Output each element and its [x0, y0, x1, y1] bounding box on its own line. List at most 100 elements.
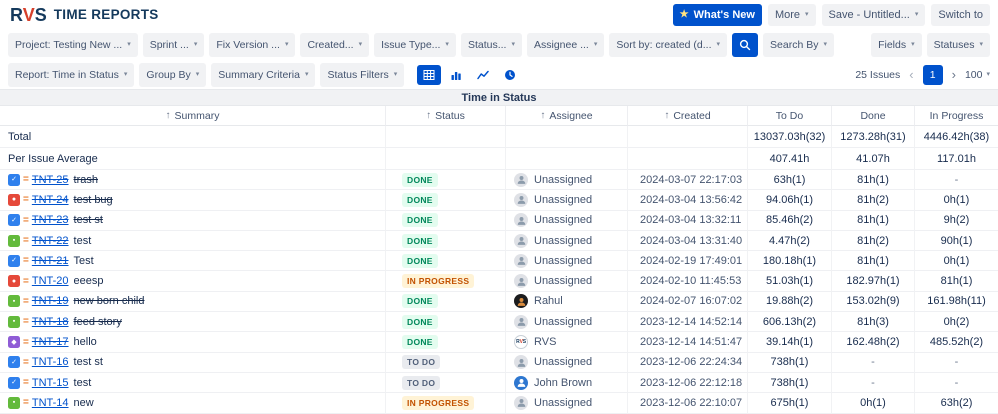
- switch-to-button[interactable]: Switch to: [931, 3, 990, 26]
- next-page-button[interactable]: ›: [950, 68, 958, 81]
- inprogress-hours-cell: 90h(1): [915, 231, 998, 252]
- more-button[interactable]: More ▾: [767, 3, 816, 26]
- issue-type-story-icon: ▪: [8, 315, 20, 328]
- issue-key-link[interactable]: TNT-17: [32, 336, 69, 348]
- column-header-summary[interactable]: ↑ Summary: [0, 106, 386, 126]
- inprogress-hours-cell: 485.52h(2): [915, 332, 998, 353]
- search-by-button[interactable]: Search By ▾: [763, 32, 834, 57]
- issue-key-link[interactable]: TNT-24: [32, 194, 69, 206]
- summary-criteria-button[interactable]: Summary Criteria ▾: [211, 62, 316, 87]
- status-lozenge: DONE: [402, 253, 438, 268]
- table-header-row: ↑ Summary ↑ Status ↑ Assignee ↑ Created To D…: [0, 106, 998, 126]
- issue-key-link[interactable]: TNT-19: [32, 295, 69, 307]
- chevron-down-icon: ▾: [823, 41, 827, 48]
- created-filter-button[interactable]: Created... ▾: [300, 32, 370, 57]
- issue-key-link[interactable]: TNT-23: [32, 214, 69, 226]
- inprogress-hours-cell: 63h(2): [915, 393, 998, 414]
- column-header-todo[interactable]: To Do: [748, 106, 832, 126]
- done-hours-cell: 81h(2): [832, 190, 915, 211]
- assignee-name: Unassigned: [534, 356, 593, 369]
- app-logo[interactable]: RVS TIME REPORTS: [10, 6, 159, 24]
- issue-key-link[interactable]: TNT-18: [32, 316, 69, 328]
- assignee-name: John Brown: [534, 376, 593, 389]
- summary-cell: ✓ = TNT-23 test st: [0, 210, 386, 231]
- status-cell: DONE: [386, 210, 506, 231]
- issue-key-link[interactable]: TNT-21: [32, 255, 69, 267]
- created-cell: 2024-02-07 16:07:02: [628, 291, 748, 313]
- issue-key-link[interactable]: TNT-25: [32, 174, 69, 186]
- created-cell: 2024-02-19 17:49:01: [628, 251, 748, 272]
- issue-key-link[interactable]: TNT-22: [32, 235, 69, 247]
- current-page-button[interactable]: 1: [922, 64, 943, 85]
- issue-summary-text: new: [73, 396, 94, 409]
- statuses-button[interactable]: Statuses ▾: [926, 32, 990, 57]
- done-hours-cell: 81h(1): [832, 210, 915, 231]
- summary-criteria-label: Summary Criteria: [218, 68, 300, 81]
- todo-hours-cell: 51.03h(1): [748, 271, 832, 292]
- sprint-filter-label: Sprint ...: [149, 38, 189, 51]
- status-filters-button[interactable]: Status Filters ▾: [320, 62, 405, 87]
- column-header-done[interactable]: Done: [832, 106, 915, 126]
- group-by-button[interactable]: Group By ▾: [139, 62, 207, 87]
- assignee-cell: R V S RVS: [506, 332, 628, 353]
- column-header-in-progress[interactable]: In Progress: [915, 106, 998, 126]
- average-todo-cell: 407.41h: [748, 148, 832, 170]
- time-view-button[interactable]: [498, 65, 522, 85]
- table-view-button[interactable]: [417, 64, 442, 85]
- line-chart-view-button[interactable]: [471, 65, 495, 85]
- issue-type-task-icon: ✓: [8, 376, 20, 389]
- todo-hours-cell: 63h(1): [748, 170, 832, 191]
- todo-hours-cell: 675h(1): [748, 393, 832, 414]
- fix-version-filter-label: Fix Version ...: [216, 38, 280, 51]
- summary-cell: ✓ = TNT-15 test: [0, 372, 386, 394]
- issue-type-epic-icon: ◆: [8, 336, 20, 349]
- empty-cell: [628, 148, 748, 170]
- issue-type-filter-button[interactable]: Issue Type... ▾: [374, 32, 456, 57]
- fields-button[interactable]: Fields ▾: [871, 32, 922, 57]
- done-hours-cell: -: [832, 372, 915, 394]
- issue-key-link[interactable]: TNT-20: [32, 275, 69, 287]
- created-filter-label: Created...: [307, 38, 354, 51]
- chevron-down-icon: ▾: [195, 71, 200, 78]
- save-button[interactable]: Save - Untitled... ▾: [821, 3, 926, 26]
- assignee-cell: Unassigned: [506, 230, 628, 252]
- status-cell: DONE: [386, 291, 506, 313]
- assignee-cell: Unassigned: [506, 393, 628, 414]
- status-cell: IN PROGRESS: [386, 393, 506, 414]
- report-options-left: Report: Time in Status ▾ Group By ▾ Summar…: [8, 62, 522, 87]
- line-chart-icon: [477, 70, 490, 79]
- issue-key-link[interactable]: TNT-14: [32, 397, 69, 409]
- chevron-down-icon: ▾: [716, 41, 721, 48]
- avatar-unassigned: [514, 192, 528, 207]
- status-lozenge: DONE: [402, 172, 438, 187]
- total-label: Total: [8, 130, 32, 143]
- assignee-filter-button[interactable]: Assignee ... ▾: [526, 32, 605, 57]
- total-todo-cell: 13037.03h(32): [748, 126, 832, 148]
- table-row: ✓ = TNT-21 Test DONE Unassigned 2024-02-19 17:…: [0, 251, 998, 272]
- prev-page-button[interactable]: ‹: [907, 68, 915, 81]
- column-header-assignee[interactable]: ↑ Assignee: [506, 106, 628, 126]
- fix-version-filter-button[interactable]: Fix Version ... ▾: [209, 32, 296, 57]
- page-size-button[interactable]: 100 ▾: [965, 69, 990, 81]
- sort-by-button[interactable]: Sort by: created (d... ▾: [609, 32, 728, 57]
- column-header-status[interactable]: ↑ Status: [386, 106, 506, 126]
- report-select-button[interactable]: Report: Time in Status ▾: [8, 62, 135, 87]
- chevron-down-icon: ▾: [911, 41, 915, 48]
- column-header-created[interactable]: ↑ Created: [628, 106, 748, 126]
- issue-key-link[interactable]: TNT-16: [32, 356, 69, 368]
- issue-summary-text: feed story: [73, 315, 122, 328]
- issue-key-link[interactable]: TNT-15: [32, 377, 69, 389]
- issue-rows: ✓ = TNT-25 trash DONE Unassigned 2024-03-07 22…: [0, 170, 998, 414]
- sprint-filter-button[interactable]: Sprint ... ▾: [142, 32, 205, 57]
- assignee-filter-label: Assignee ...: [533, 38, 589, 51]
- status-lozenge: TO DO: [402, 375, 441, 390]
- filter-group-left: Project: Testing New ... ▾ Sprint ... ▾ Fi…: [8, 32, 834, 57]
- search-button[interactable]: [732, 32, 759, 57]
- project-filter-button[interactable]: Project: Testing New ... ▾: [8, 32, 138, 57]
- assignee-name: Unassigned: [534, 275, 593, 288]
- bar-chart-view-button[interactable]: [444, 65, 468, 85]
- status-filter-button[interactable]: Status... ▾: [460, 32, 522, 57]
- column-header-label: In Progress: [929, 109, 984, 122]
- inprogress-hours-cell: -: [915, 353, 998, 373]
- whats-new-button[interactable]: ★ What's New: [672, 3, 762, 26]
